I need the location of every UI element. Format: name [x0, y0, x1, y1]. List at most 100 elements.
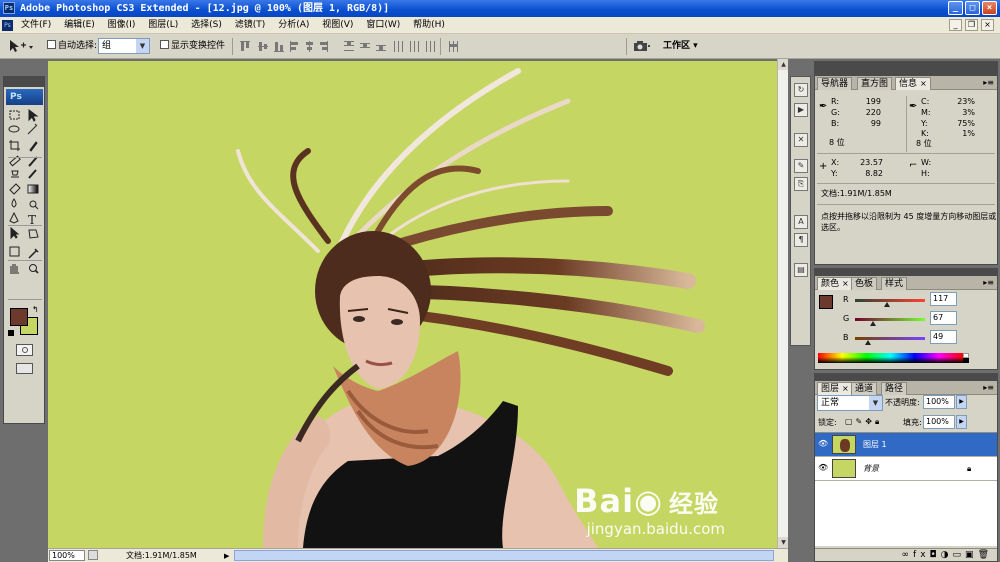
tab-channels[interactable]: 通道: [851, 382, 878, 395]
auto-select-dropdown[interactable]: 组 ▼: [98, 38, 150, 54]
lasso-tool-icon[interactable]: [6, 125, 24, 140]
menu-help[interactable]: 帮助(H): [408, 17, 450, 34]
file-browser-icon[interactable]: [632, 39, 652, 54]
menu-analysis[interactable]: 分析(A): [273, 17, 314, 34]
tab-info[interactable]: 信息 ×: [895, 77, 931, 90]
tab-navigator[interactable]: 导航器: [817, 77, 853, 90]
status-options-icon[interactable]: [88, 550, 98, 560]
quick-mask-icon[interactable]: [16, 344, 33, 356]
opacity-arrow-icon[interactable]: ▶: [956, 395, 967, 409]
hand-tool-icon[interactable]: [6, 280, 24, 295]
red-slider[interactable]: [855, 299, 925, 307]
eye-icon[interactable]: 👁︎: [818, 463, 829, 472]
panel-header[interactable]: [815, 62, 997, 76]
new-layer-icon[interactable]: ▣: [965, 550, 978, 560]
eye-icon[interactable]: 👁︎: [818, 439, 829, 448]
add-mask-icon[interactable]: ◘: [930, 550, 941, 560]
blue-slider-thumb[interactable]: [865, 340, 872, 345]
show-transform-checkbox[interactable]: 显示变换控件: [160, 39, 225, 53]
green-value-field[interactable]: 67: [930, 311, 957, 325]
red-value-field[interactable]: 117: [930, 292, 957, 306]
layer-name[interactable]: 图层 1: [863, 440, 887, 450]
black-swatch[interactable]: [963, 358, 969, 363]
screen-mode-icon[interactable]: [16, 363, 33, 374]
actions-panel-icon[interactable]: ▶: [794, 103, 808, 117]
eyedropper-tool-icon[interactable]: [25, 262, 43, 277]
tool-presets-icon[interactable]: ✕: [794, 133, 808, 147]
panel-menu-icon[interactable]: ▸≡: [983, 278, 994, 287]
adjustment-layer-icon[interactable]: ◑: [941, 550, 953, 560]
auto-align-icon[interactable]: [447, 39, 463, 54]
green-slider[interactable]: [855, 318, 925, 326]
menu-window[interactable]: 窗口(W): [361, 17, 405, 34]
clone-source-icon[interactable]: ⎘: [794, 177, 808, 191]
new-group-icon[interactable]: ▭: [953, 550, 966, 560]
menu-layer[interactable]: 图层(L): [143, 17, 183, 34]
maximize-button[interactable]: □: [965, 1, 980, 15]
pen-tool-icon[interactable]: [6, 227, 24, 242]
gradient-tool-icon[interactable]: [25, 191, 43, 206]
minimize-button[interactable]: _: [948, 1, 963, 15]
type-tool-icon[interactable]: [25, 227, 43, 242]
paragraph-panel-icon[interactable]: ¶: [794, 233, 808, 247]
shape-tool-icon[interactable]: [25, 243, 43, 258]
move-tool-icon[interactable]: [25, 108, 43, 123]
close-icon[interactable]: ×: [842, 384, 849, 393]
doc-minimize-button[interactable]: _: [949, 19, 962, 31]
path-selection-icon[interactable]: [6, 243, 24, 258]
red-slider-thumb[interactable]: [884, 302, 891, 307]
eraser-tool-icon[interactable]: [6, 191, 24, 206]
tab-styles[interactable]: 样式: [881, 277, 908, 290]
fx-icon[interactable]: fx: [913, 550, 930, 560]
green-slider-thumb[interactable]: [870, 321, 877, 326]
menu-view[interactable]: 视图(V): [317, 17, 358, 34]
toolbox-header[interactable]: [4, 77, 44, 87]
auto-select-check[interactable]: [47, 40, 56, 49]
brush-tool-icon[interactable]: [25, 159, 43, 174]
doc-restore-button[interactable]: ❐: [965, 19, 978, 31]
panel-header[interactable]: [815, 374, 997, 381]
swap-colors-icon[interactable]: ↰: [32, 305, 39, 314]
auto-select-checkbox[interactable]: 自动选择:: [47, 39, 97, 53]
clone-stamp-icon[interactable]: [6, 175, 24, 190]
close-icon[interactable]: ×: [920, 79, 927, 88]
opacity-field[interactable]: 100%: [923, 395, 955, 409]
healing-brush-icon[interactable]: [6, 159, 24, 174]
panel-header[interactable]: [815, 269, 997, 276]
foreground-color-swatch[interactable]: [10, 308, 28, 326]
magic-wand-tool-icon[interactable]: [25, 125, 43, 140]
close-button[interactable]: ×: [982, 1, 997, 15]
doc-close-button[interactable]: ×: [981, 19, 994, 31]
blue-value-field[interactable]: 49: [930, 330, 957, 344]
default-colors-icon[interactable]: [8, 330, 14, 336]
slice-tool-icon[interactable]: [25, 141, 43, 156]
trash-icon[interactable]: 🗑︎: [978, 550, 993, 560]
menu-select[interactable]: 选择(S): [186, 17, 227, 34]
history-panel-icon[interactable]: ↻: [794, 83, 808, 97]
layer-row-1[interactable]: 👁︎ 图层 1: [815, 433, 997, 457]
layer-name[interactable]: 背景: [863, 464, 879, 474]
workspace-menu[interactable]: 工作区 ▾: [663, 39, 698, 53]
menu-edit[interactable]: 编辑(E): [59, 17, 100, 34]
brushes-panel-icon[interactable]: ✎: [794, 159, 808, 173]
show-transform-check[interactable]: [160, 40, 169, 49]
horizontal-scrollbar[interactable]: [234, 550, 774, 561]
crop-tool-icon[interactable]: [6, 141, 24, 156]
ps-menu-icon[interactable]: Ps: [2, 20, 13, 31]
history-brush-icon[interactable]: [25, 175, 43, 190]
notes-tool-icon[interactable]: [6, 262, 24, 277]
ps-logo[interactable]: Ps: [6, 89, 43, 105]
panel-menu-icon[interactable]: ▸≡: [983, 383, 994, 392]
tab-color[interactable]: 颜色 ×: [817, 277, 853, 290]
link-layers-icon[interactable]: ∞: [902, 550, 914, 560]
color-foreground-swatch[interactable]: [819, 295, 833, 309]
fill-field[interactable]: 100%: [923, 415, 955, 429]
layer-comps-icon[interactable]: ▤: [794, 263, 808, 277]
tab-paths[interactable]: 路径: [881, 382, 908, 395]
color-spectrum-bar[interactable]: [818, 353, 963, 363]
menu-file[interactable]: 文件(F): [16, 17, 56, 34]
marquee-tool-icon[interactable]: [6, 108, 24, 123]
tab-histogram[interactable]: 直方图: [857, 77, 893, 90]
zoom-tool-icon[interactable]: [25, 280, 43, 295]
character-panel-icon[interactable]: A: [794, 215, 808, 229]
